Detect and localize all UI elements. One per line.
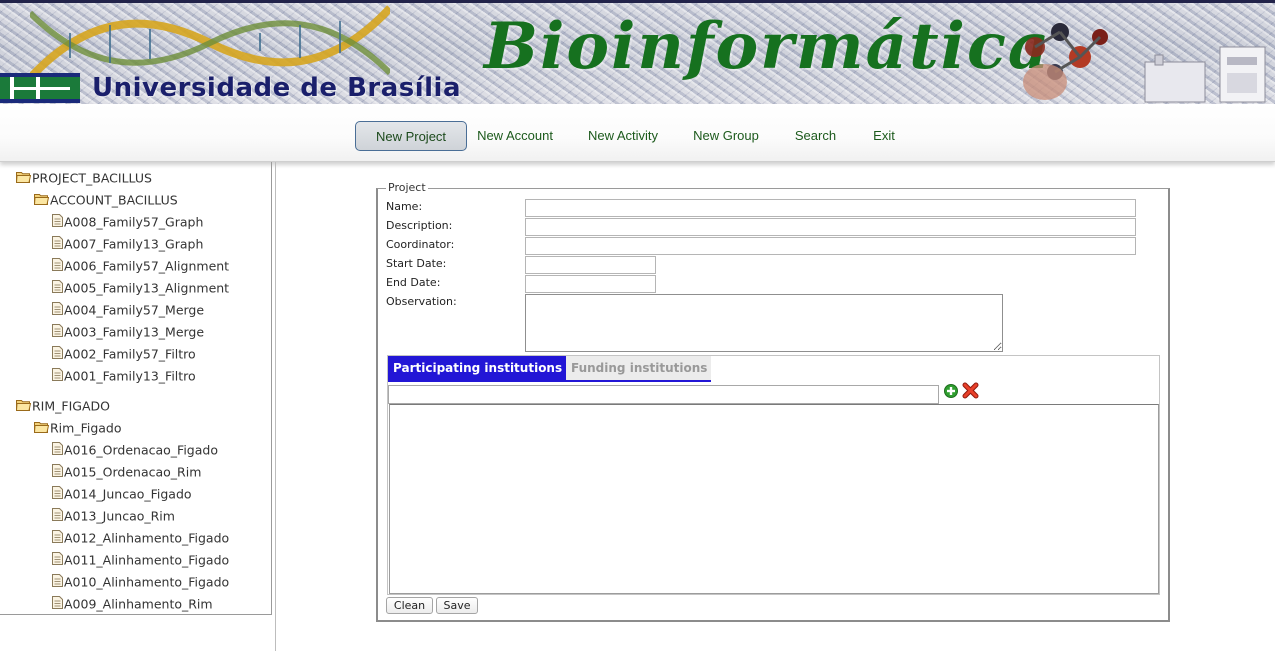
end-date-label: End Date: [386, 276, 441, 289]
tree-item-activity[interactable]: A014_Juncao_Figado [52, 484, 192, 504]
start-date-input[interactable] [525, 256, 656, 274]
tree-item-label: Rim_Figado [50, 420, 122, 436]
tree-item-project[interactable]: RIM_FIGADO [15, 396, 110, 417]
coordinator-input[interactable] [525, 237, 1136, 255]
document-icon [52, 507, 63, 527]
university-name: Universidade de Brasília [92, 73, 462, 103]
folder-open-icon [33, 419, 50, 439]
tree-item-label: A002_Family57_Filtro [64, 346, 196, 362]
tree-item-label: A004_Family57_Merge [64, 302, 205, 318]
tree-item-activity[interactable]: A012_Alinhamento_Figado [52, 528, 229, 548]
document-icon [52, 235, 63, 255]
tree-item-label: A015_Ordenacao_Rim [64, 464, 202, 480]
end-date-input[interactable] [525, 275, 656, 293]
tab-underline [388, 380, 711, 382]
remove-institution-icon[interactable] [962, 382, 979, 399]
tree-item-label: A010_Alinhamento_Figado [64, 574, 230, 590]
tree-item-label: A012_Alinhamento_Figado [64, 530, 230, 546]
tab-participating-institutions[interactable]: Participating institutions [388, 356, 566, 382]
tree-item-activity[interactable]: A007_Family13_Graph [52, 234, 203, 254]
tree-item-activity[interactable]: A010_Alinhamento_Figado [52, 572, 229, 592]
molecule-lab-illustration-icon [1023, 23, 1266, 103]
tree-item-activity[interactable]: A005_Family13_Alignment [52, 278, 229, 298]
dna-helix-icon [30, 5, 390, 81]
tree-item-label: A001_Family13_Filtro [64, 368, 196, 384]
unb-logo-icon [0, 73, 80, 103]
nav-exit[interactable]: Exit [866, 121, 902, 151]
tree-item-label: A009_Alinhamento_Rim [64, 596, 213, 612]
tree-item-activity[interactable]: A001_Family13_Filtro [52, 366, 196, 386]
tree-item-activity[interactable]: A003_Family13_Merge [52, 322, 204, 342]
document-icon [52, 529, 63, 549]
tree-item-label: PROJECT_BACILLUS [32, 170, 152, 186]
folder-open-icon [15, 169, 32, 189]
tree-item-activity[interactable]: A011_Alinhamento_Figado [52, 550, 229, 570]
coordinator-label: Coordinator: [386, 238, 455, 251]
tree-item-label: A005_Family13_Alignment [64, 280, 230, 296]
folder-open-icon [15, 397, 32, 417]
tree-item-activity[interactable]: A015_Ordenacao_Rim [52, 462, 201, 482]
folder-open-icon [33, 191, 50, 211]
tree-item-label: A008_Family57_Graph [64, 214, 204, 230]
document-icon [52, 367, 63, 387]
observation-label: Observation: [386, 295, 457, 308]
tree-item-label: A006_Family57_Alignment [64, 258, 230, 274]
document-icon [52, 279, 63, 299]
project-tree: PROJECT_BACILLUS ACCOUNT_BACILLUS A008_Fam… [0, 162, 272, 615]
tree-item-account[interactable]: ACCOUNT_BACILLUS [33, 190, 178, 211]
institution-list[interactable] [389, 404, 1159, 594]
observation-textarea[interactable] [525, 294, 1003, 352]
site-title: Bioinformática [484, 9, 1052, 84]
start-date-label: Start Date: [386, 257, 447, 270]
save-button[interactable]: Save [436, 597, 478, 614]
institution-input[interactable] [388, 385, 939, 404]
tree-item-activity[interactable]: A006_Family57_Alignment [52, 256, 229, 276]
document-icon [52, 323, 63, 343]
tree-item-label: ACCOUNT_BACILLUS [50, 192, 178, 208]
document-icon [52, 463, 63, 483]
document-icon [52, 257, 63, 277]
tab-funding-institutions[interactable]: Funding institutions [566, 356, 711, 382]
tree-item-activity[interactable]: A004_Family57_Merge [52, 300, 204, 320]
header-banner: Universidade de Brasília Bioinformática [0, 0, 1275, 104]
tree-item-activity[interactable]: A016_Ordenacao_Figado [52, 440, 218, 460]
name-label: Name: [386, 200, 423, 213]
nav-new-activity[interactable]: New Activity [580, 121, 666, 151]
tree-item-label: RIM_FIGADO [32, 398, 110, 414]
document-icon [52, 595, 63, 615]
project-legend: Project [386, 181, 428, 194]
document-icon [52, 213, 63, 233]
tree-item-label: A003_Family13_Merge [64, 324, 205, 340]
document-icon [52, 573, 63, 593]
nav-new-group[interactable]: New Group [686, 121, 766, 151]
tree-item-activity[interactable]: A013_Juncao_Rim [52, 506, 175, 526]
tree-item-label: A013_Juncao_Rim [64, 508, 175, 524]
nav-new-project[interactable]: New Project [355, 121, 467, 151]
document-icon [52, 551, 63, 571]
sidebar-divider [275, 162, 276, 651]
tree-item-project[interactable]: PROJECT_BACILLUS [15, 168, 152, 189]
add-institution-icon[interactable] [944, 384, 958, 398]
main-nav: New Project New Account New Activity New… [0, 104, 1275, 162]
description-input[interactable] [525, 218, 1136, 236]
tree-item-activity[interactable]: A009_Alinhamento_Rim [52, 594, 213, 614]
nav-new-account[interactable]: New Account [470, 121, 560, 151]
document-icon [52, 485, 63, 505]
document-icon [52, 441, 63, 461]
tree-item-activity[interactable]: A002_Family57_Filtro [52, 344, 196, 364]
name-input[interactable] [525, 199, 1136, 217]
document-icon [52, 301, 63, 321]
tree-item-label: A016_Ordenacao_Figado [64, 442, 218, 458]
document-icon [52, 345, 63, 365]
tree-item-label: A014_Juncao_Figado [64, 486, 192, 502]
clean-button[interactable]: Clean [386, 597, 433, 614]
tree-item-account[interactable]: Rim_Figado [33, 418, 122, 439]
tree-item-label: A011_Alinhamento_Figado [64, 552, 230, 568]
tree-item-label: A007_Family13_Graph [64, 236, 204, 252]
description-label: Description: [386, 219, 453, 232]
nav-search[interactable]: Search [788, 121, 843, 151]
tree-item-activity[interactable]: A008_Family57_Graph [52, 212, 203, 232]
